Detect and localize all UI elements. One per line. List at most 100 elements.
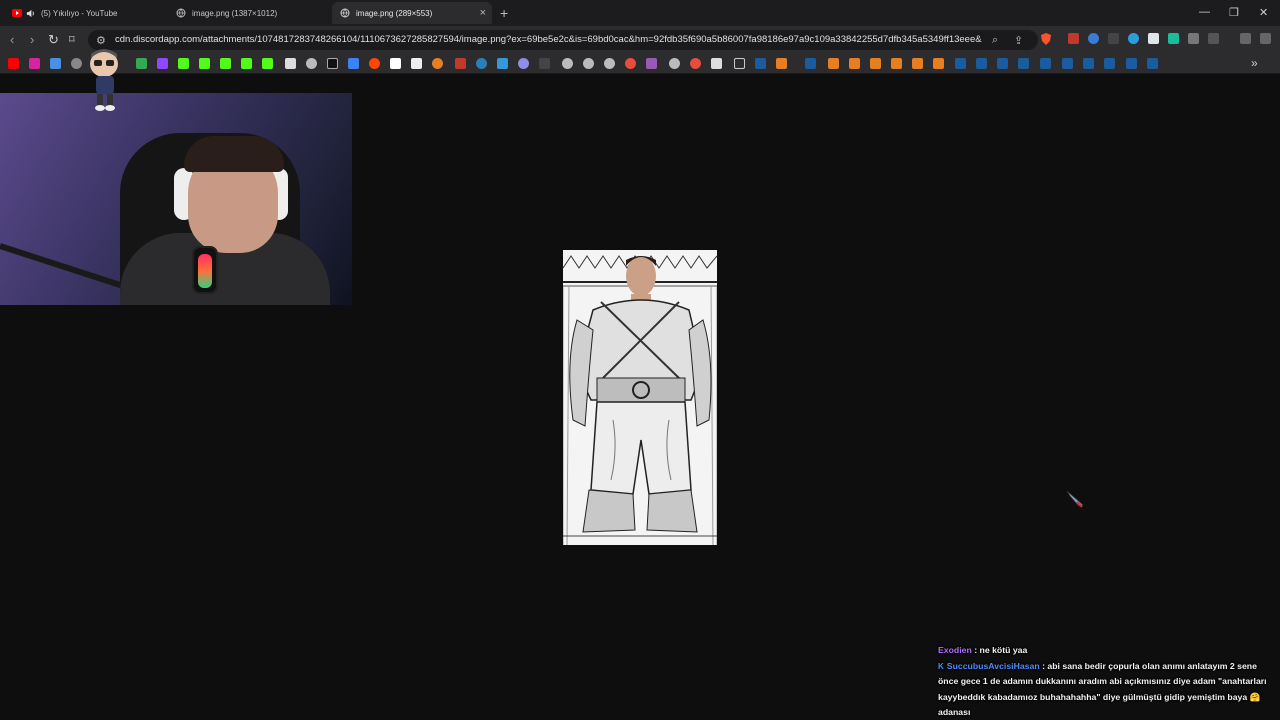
globe-icon	[340, 8, 350, 18]
extension-icon[interactable]	[1068, 33, 1079, 44]
brave-shield-icon[interactable]	[1040, 32, 1052, 46]
extension-icon[interactable]	[1088, 33, 1099, 44]
bookmark-steam-icon[interactable]	[997, 58, 1008, 69]
bookmark-icon[interactable]	[625, 58, 636, 69]
forward-icon[interactable]: ›	[30, 32, 34, 47]
microphone-rgb	[198, 254, 212, 288]
more-bookmarks-icon[interactable]: »	[1251, 56, 1258, 70]
bookmark-icon[interactable]	[539, 58, 550, 69]
bookmark-kick-icon[interactable]	[220, 58, 231, 69]
extension-icon[interactable]	[1108, 33, 1119, 44]
bookmark-icon[interactable]	[891, 58, 902, 69]
bookmark-steam-icon[interactable]	[1018, 58, 1029, 69]
bookmark-twitch-icon[interactable]	[157, 58, 168, 69]
avatar-sticker	[88, 46, 122, 112]
extensions-puzzle-icon[interactable]	[1188, 33, 1199, 44]
mouse-cursor-icon	[1066, 490, 1086, 513]
menu-icon[interactable]	[1260, 33, 1271, 44]
bookmark-x-icon[interactable]	[327, 58, 338, 69]
tab-title: (5) Yıkılıyo - YouTube	[41, 8, 118, 18]
bookmark-icon[interactable]	[562, 58, 573, 69]
bookmark-steam-icon[interactable]	[1147, 58, 1158, 69]
bookmark-icon[interactable]	[583, 58, 594, 69]
bookmark-icon[interactable]	[285, 58, 296, 69]
restore-icon[interactable]: ❐	[1229, 6, 1239, 19]
bookmark-icon[interactable]	[476, 58, 487, 69]
bookmark-icon[interactable]	[870, 58, 881, 69]
streamer-hair	[184, 136, 284, 172]
bookmark-icon[interactable]	[262, 58, 273, 69]
bookmark-icon[interactable]	[711, 58, 722, 69]
extension-icon[interactable]	[1148, 33, 1159, 44]
tab-title: image.png (289×553)	[356, 8, 433, 18]
media-icon[interactable]	[1240, 33, 1251, 44]
bookmark-kick-icon[interactable]	[199, 58, 210, 69]
bookmark-icon[interactable]	[390, 58, 401, 69]
bookmark-icon[interactable]	[432, 58, 443, 69]
bookmark-steam-icon[interactable]	[1040, 58, 1051, 69]
bookmark-icon[interactable]	[241, 58, 252, 69]
bookmark-icon[interactable]	[912, 58, 923, 69]
bookmark-steam-icon[interactable]	[1104, 58, 1115, 69]
bookmark-steam-icon[interactable]	[955, 58, 966, 69]
bookmark-icon[interactable]	[497, 58, 508, 69]
chat-text: ne kötü yaa	[979, 645, 1028, 655]
chat-message: K SuccubusAvcisiHasan : abi sana bedir ço…	[938, 659, 1268, 720]
bookmark-steam-icon[interactable]	[1083, 58, 1094, 69]
bookmark-kick-icon[interactable]	[178, 58, 189, 69]
bookmark-youtube-icon[interactable]	[8, 58, 19, 69]
tab-youtube[interactable]: (5) Yıkılıyo - YouTube	[4, 2, 164, 24]
bookmark-icon[interactable]	[849, 58, 860, 69]
bookmark-icon[interactable]	[604, 58, 615, 69]
bookmark-icon[interactable]	[518, 58, 529, 69]
tab-title: image.png (1387×1012)	[192, 8, 278, 18]
extension-icon[interactable]	[1168, 33, 1179, 44]
bookmark-icon[interactable]	[933, 58, 944, 69]
tab-strip: (5) Yıkılıyo - YouTube image.png (1387×1…	[0, 0, 1280, 26]
kick-badge-icon: K	[938, 661, 944, 671]
bookmark-icon[interactable]	[669, 58, 680, 69]
bookmark-steam-icon[interactable]	[976, 58, 987, 69]
bookmark-icon[interactable]	[306, 58, 317, 69]
bookmark-icon[interactable]	[71, 58, 82, 69]
bookmark-icon[interactable]	[690, 58, 701, 69]
youtube-icon	[12, 8, 22, 18]
extension-icon[interactable]	[1128, 33, 1139, 44]
chat-message: Exodien : ne kötü yaa	[938, 643, 1268, 659]
bookmark-icon[interactable]	[50, 58, 61, 69]
bookmark-steam-icon[interactable]	[805, 58, 816, 69]
bookmark-icon[interactable]	[411, 58, 422, 69]
zoom-icon[interactable]: ⌕	[992, 34, 998, 47]
webcam-overlay	[0, 93, 352, 305]
stream-chat: Exodien : ne kötü yaa K SuccubusAvcisiHas…	[938, 643, 1268, 720]
bookmark-steam-icon[interactable]	[1126, 58, 1137, 69]
share-icon[interactable]: ⇪	[1014, 34, 1023, 47]
close-window-icon[interactable]: ✕	[1259, 6, 1268, 19]
bookmark-instagram-icon[interactable]	[29, 58, 40, 69]
speaker-icon[interactable]	[25, 8, 35, 18]
tab-image-2[interactable]: image.png (289×553) ×	[332, 2, 492, 24]
chat-separator: :	[974, 645, 978, 655]
reload-icon[interactable]: ↻	[48, 32, 59, 48]
minimize-icon[interactable]: —	[1199, 6, 1210, 18]
back-icon[interactable]: ‹	[10, 32, 14, 47]
bookmark-icon[interactable]	[828, 58, 839, 69]
displayed-image[interactable]	[563, 250, 717, 545]
bookmark-icon[interactable]	[776, 58, 787, 69]
tab-image-1[interactable]: image.png (1387×1012)	[168, 2, 328, 24]
bookmark-icon[interactable]: ⌑	[69, 33, 75, 46]
address-bar[interactable]: ⚙ cdn.discordapp.com/attachments/1074817…	[88, 30, 1038, 50]
new-tab-button[interactable]: +	[500, 5, 508, 21]
folder-icon[interactable]	[734, 58, 745, 69]
bookmark-reddit-icon[interactable]	[369, 58, 380, 69]
bookmark-drive-icon[interactable]	[136, 58, 147, 69]
bookmark-icon[interactable]	[348, 58, 359, 69]
sidebar-icon[interactable]	[1208, 33, 1219, 44]
bookmark-icon[interactable]	[455, 58, 466, 69]
bookmark-steam-icon[interactable]	[1062, 58, 1073, 69]
bookmark-steam-icon[interactable]	[755, 58, 766, 69]
chat-separator: :	[1042, 660, 1045, 671]
close-tab-icon[interactable]: ×	[480, 7, 486, 19]
address-url[interactable]: cdn.discordapp.com/attachments/107481728…	[115, 34, 982, 45]
bookmark-icon[interactable]	[646, 58, 657, 69]
